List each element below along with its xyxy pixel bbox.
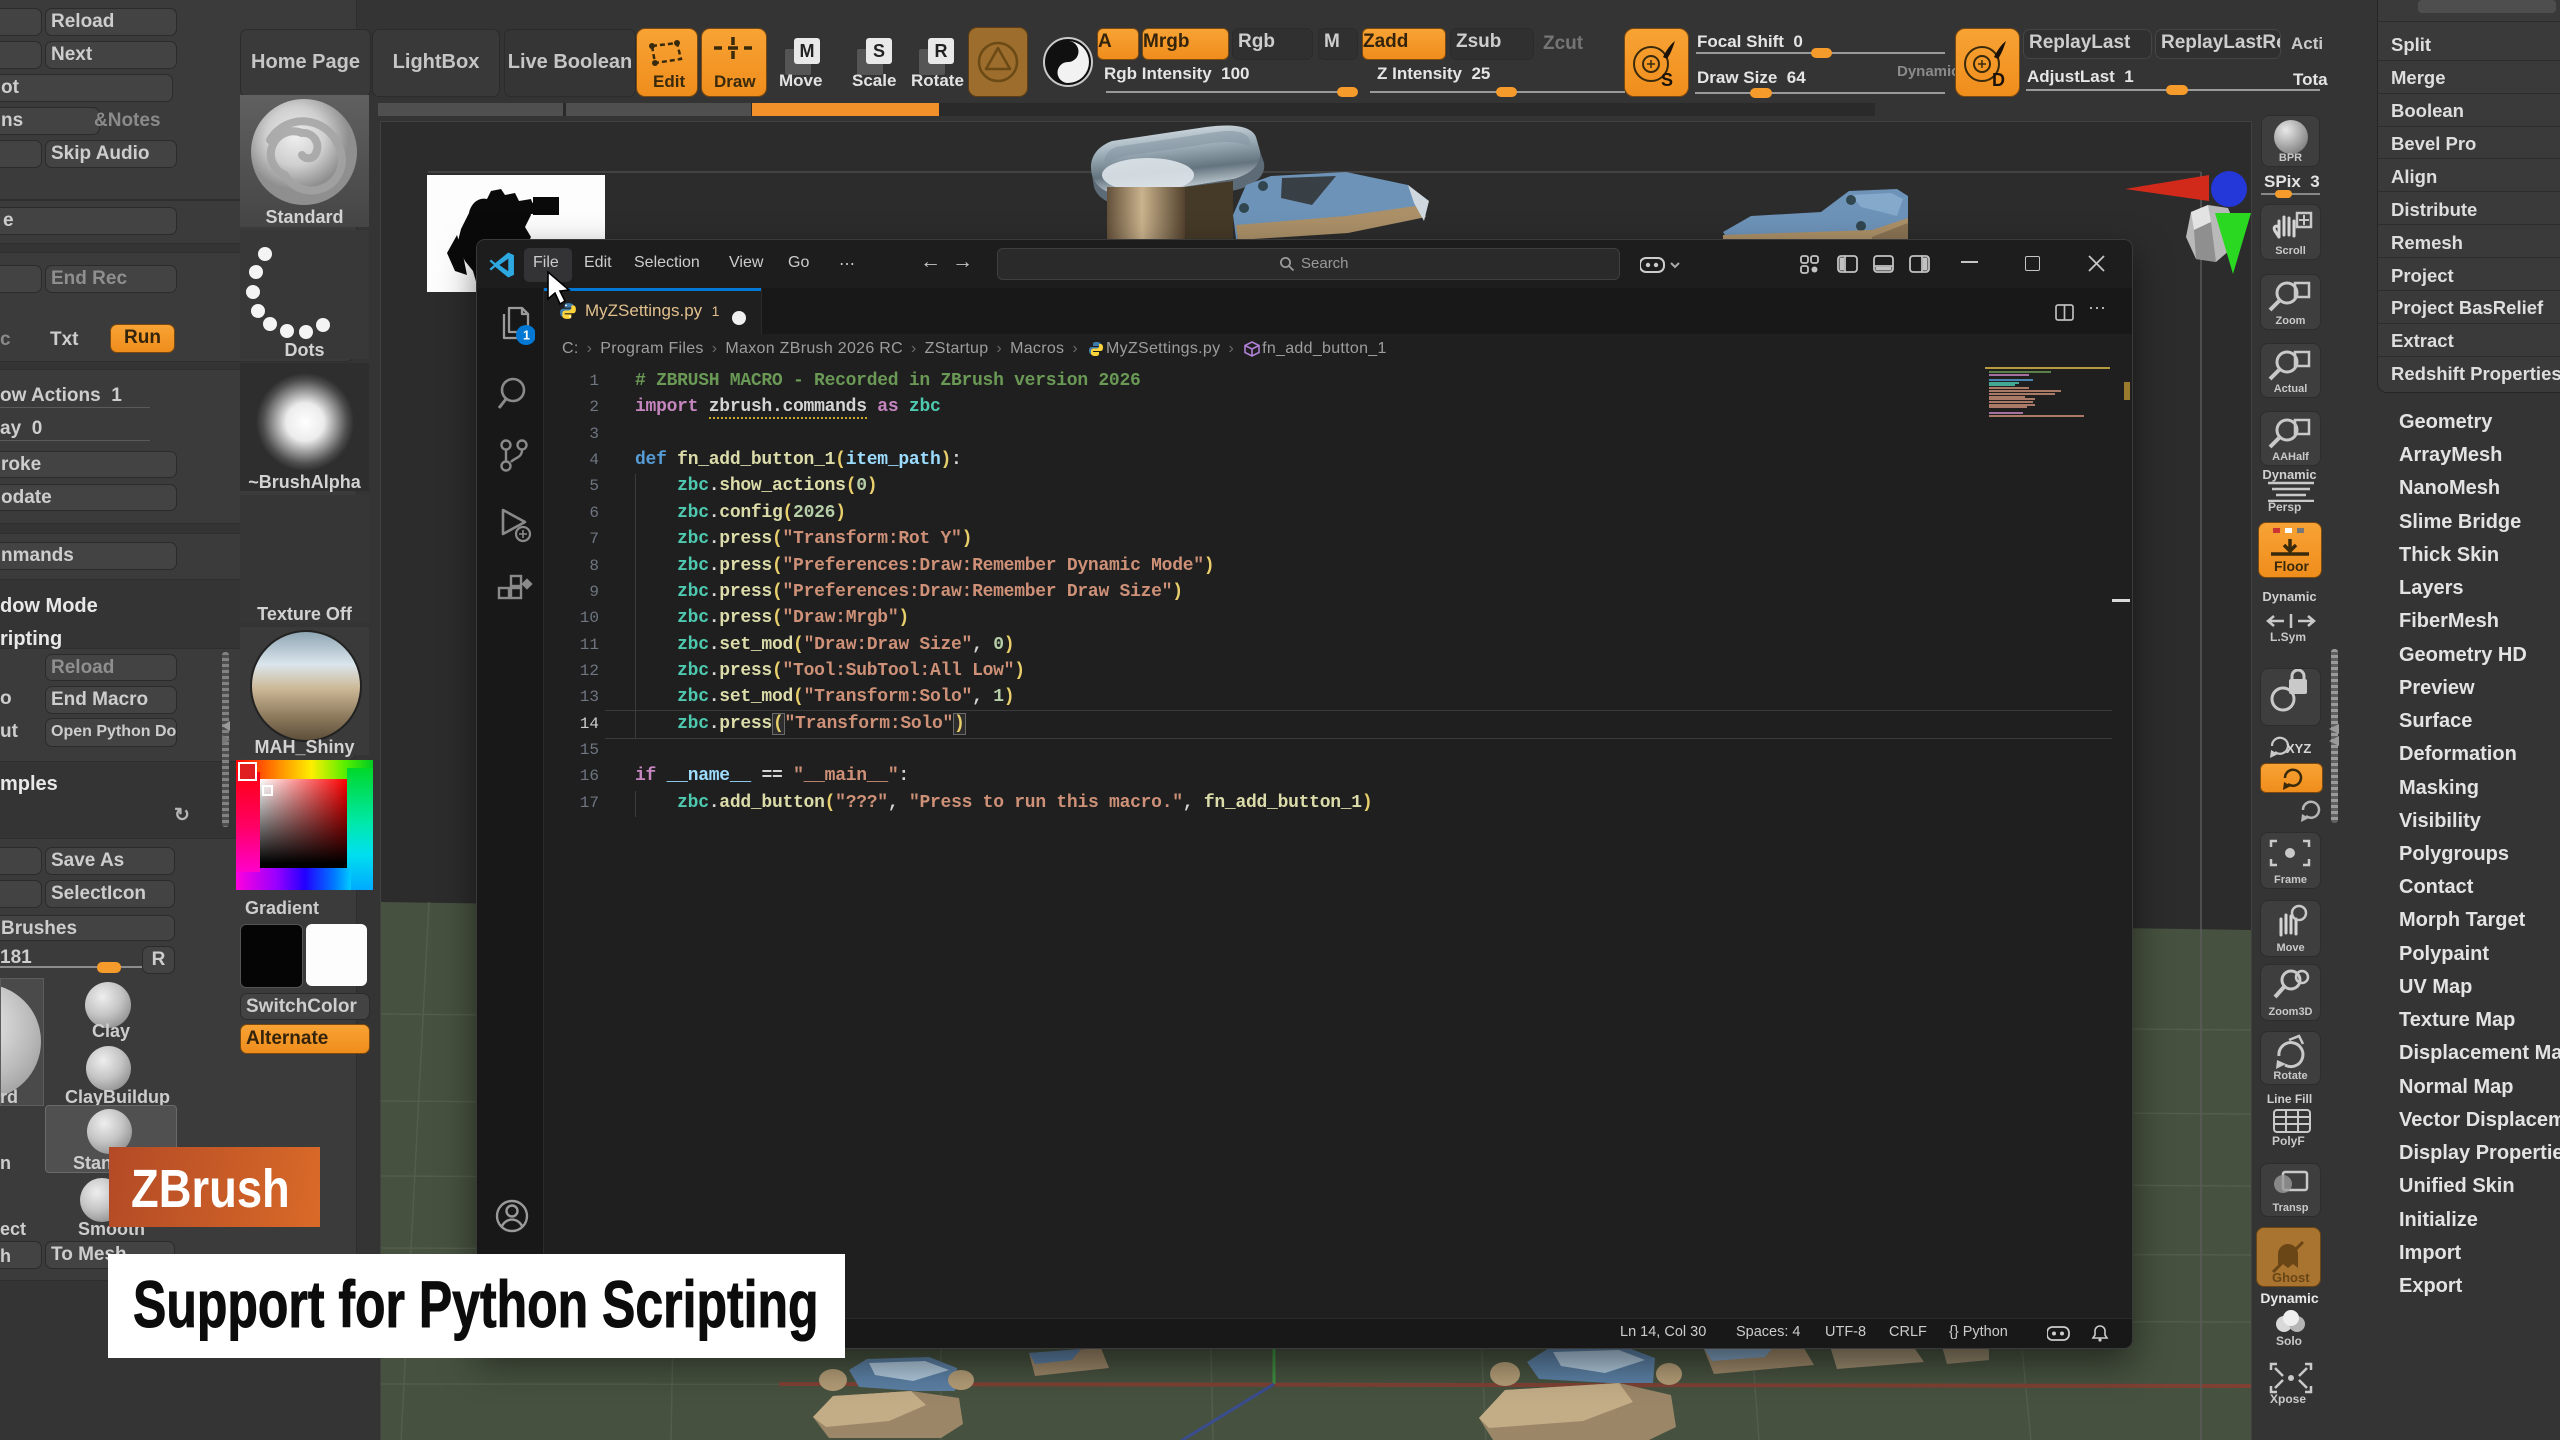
svg-text:Floor: Floor [2274,558,2310,574]
svg-text:S: S [1661,70,1673,90]
svg-text:Ghost: Ghost [2272,1270,2310,1285]
svg-text:D: D [1992,70,2005,90]
svg-text:Draw: Draw [714,72,756,91]
svg-text:Edit: Edit [653,72,685,91]
svg-text:1: 1 [523,329,530,343]
svg-text:XYZ: XYZ [2286,741,2311,756]
